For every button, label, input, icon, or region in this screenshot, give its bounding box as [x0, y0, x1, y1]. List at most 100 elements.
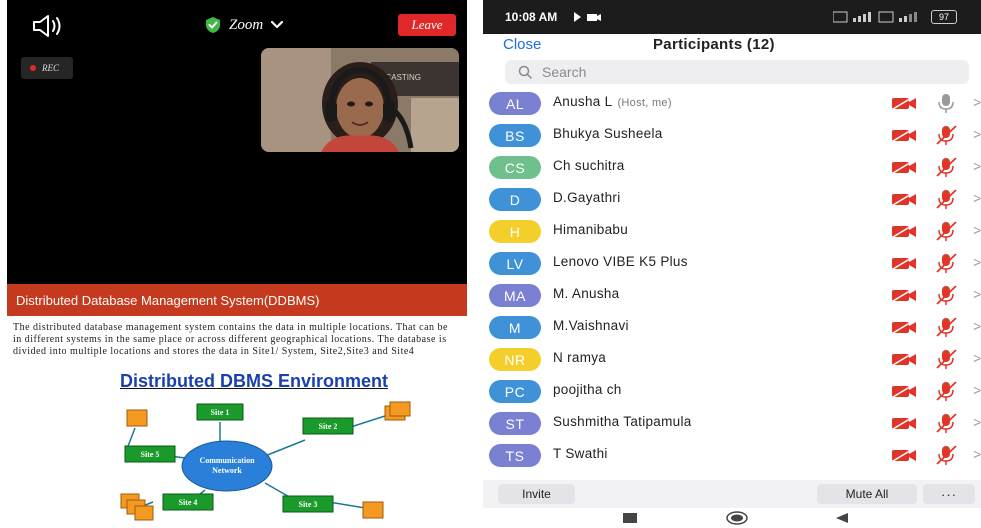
- battery-indicator: 97: [931, 10, 957, 24]
- participant-name-group: poojitha ch: [553, 382, 622, 397]
- chevron-right-icon[interactable]: >: [973, 286, 981, 302]
- camera-off-icon: [892, 160, 916, 174]
- participant-name: N ramya: [553, 350, 607, 365]
- mic-off-icon: [936, 157, 957, 177]
- chevron-right-icon[interactable]: >: [973, 158, 981, 174]
- participant-name: Anusha L: [553, 94, 613, 109]
- slide-body-text: The distributed database management syst…: [13, 322, 448, 357]
- chevron-right-icon[interactable]: >: [973, 382, 981, 398]
- participant-row[interactable]: BS Bhukya Susheela >: [483, 119, 981, 151]
- mute-all-button[interactable]: Mute All: [817, 484, 917, 504]
- participant-name: Himanibabu: [553, 222, 629, 237]
- mic-off-icon: [936, 189, 957, 209]
- participant-row[interactable]: ST Sushmitha Tatipamula >: [483, 407, 981, 439]
- chevron-right-icon[interactable]: >: [973, 446, 981, 462]
- invite-button[interactable]: Invite: [498, 484, 575, 504]
- participant-video-thumbnail[interactable]: LE-CASTING: [261, 48, 459, 152]
- chevron-right-icon[interactable]: >: [973, 190, 981, 206]
- camera-off-icon: [892, 96, 916, 110]
- mic-off-icon: [936, 413, 957, 433]
- participant-name: Ch suchitra: [553, 158, 625, 173]
- screen: Zoom Leave REC LE-CASTING Distributed Da…: [0, 0, 981, 528]
- speaker-icon[interactable]: [31, 13, 65, 39]
- participant-row[interactable]: TS T Swathi >: [483, 439, 981, 471]
- chevron-right-icon[interactable]: >: [973, 350, 981, 366]
- chevron-right-icon[interactable]: >: [973, 126, 981, 142]
- participant-row[interactable]: MA M. Anusha >: [483, 279, 981, 311]
- participant-name: Bhukya Susheela: [553, 126, 663, 141]
- chevron-right-icon[interactable]: >: [973, 222, 981, 238]
- participant-name-group: M.Vaishnavi: [553, 318, 629, 333]
- camera-off-icon: [892, 320, 916, 334]
- mic-icon: [938, 94, 954, 113]
- participant-row[interactable]: M M.Vaishnavi >: [483, 311, 981, 343]
- android-nav-bar: [483, 508, 981, 528]
- mic-off-icon: [936, 445, 957, 465]
- computer-icon: [389, 401, 411, 417]
- participant-name-group: Ch suchitra: [553, 158, 625, 173]
- participant-row[interactable]: LV Lenovo VIBE K5 Plus >: [483, 247, 981, 279]
- meeting-view: Zoom Leave REC LE-CASTING Distributed Da…: [7, 0, 467, 528]
- mic-off-icon: [936, 285, 957, 305]
- recording-indicator: REC: [21, 57, 73, 79]
- participant-name: T Swathi: [553, 446, 608, 461]
- camera-off-icon: [892, 192, 916, 206]
- chevron-right-icon[interactable]: >: [973, 414, 981, 430]
- search-input[interactable]: Search: [505, 60, 969, 84]
- chevron-right-icon[interactable]: >: [973, 254, 981, 270]
- camera-off-icon: [892, 448, 916, 462]
- computer-icon: [362, 501, 384, 519]
- slide-heading: Distributed DBMS Environment: [119, 371, 388, 391]
- participant-row[interactable]: PC poojitha ch >: [483, 375, 981, 407]
- network-label-line2: Network: [212, 466, 242, 475]
- back-icon[interactable]: [835, 512, 849, 524]
- participant-row[interactable]: NR N ramya >: [483, 343, 981, 375]
- share-title-bar: Distributed Database Management System(D…: [7, 284, 467, 316]
- computer-icon: [134, 505, 154, 521]
- avatar: D: [489, 188, 541, 211]
- participant-name: D.Gayathri: [553, 190, 621, 205]
- participant-name-group: Bhukya Susheela: [553, 126, 663, 141]
- leave-button[interactable]: Leave: [398, 14, 456, 36]
- avatar: CS: [489, 156, 541, 179]
- mic-off-icon: [936, 125, 957, 145]
- chevron-right-icon[interactable]: >: [973, 94, 981, 110]
- shield-check-icon: [206, 17, 220, 33]
- camera-off-icon: [892, 288, 916, 302]
- mic-off-icon: [936, 349, 957, 369]
- close-button[interactable]: Close: [503, 36, 541, 53]
- participant-name: poojitha ch: [553, 382, 622, 397]
- more-options-button[interactable]: ···: [923, 484, 975, 504]
- home-icon[interactable]: [726, 511, 748, 525]
- camera-off-icon: [892, 128, 916, 142]
- avatar: MA: [489, 284, 541, 307]
- shared-slide: The distributed database management syst…: [7, 316, 467, 528]
- participant-row[interactable]: H Himanibabu >: [483, 215, 981, 247]
- meeting-title-dropdown[interactable]: Zoom: [205, 14, 284, 36]
- camera-off-icon: [892, 224, 916, 238]
- network-diagram: Communication Network Site 1 Site 2 Site…: [120, 401, 411, 521]
- status-bar: 10:08 AM 97: [483, 0, 981, 34]
- participant-row[interactable]: D D.Gayathri >: [483, 183, 981, 215]
- site-1-label: Site 1: [211, 408, 230, 417]
- avatar: TS: [489, 444, 541, 467]
- recents-icon[interactable]: [623, 513, 637, 523]
- participant-name: M.Vaishnavi: [553, 318, 629, 333]
- camera-off-icon: [892, 352, 916, 366]
- recording-dot-icon: [30, 65, 36, 71]
- avatar: NR: [489, 348, 541, 371]
- participant-row[interactable]: AL Anusha L (Host, me) >: [483, 87, 981, 119]
- status-icons-left: [574, 12, 601, 22]
- chevron-right-icon[interactable]: >: [973, 318, 981, 334]
- avatar: AL: [489, 92, 541, 115]
- participant-row[interactable]: CS Ch suchitra >: [483, 151, 981, 183]
- chevron-down-icon: [271, 21, 284, 29]
- mic-off-icon: [936, 317, 957, 337]
- participants-title: Participants (12): [653, 36, 775, 53]
- participant-list: AL Anusha L (Host, me) > BS Bhukya Susheela > C…: [483, 87, 981, 471]
- meeting-topbar: Zoom Leave: [7, 0, 467, 50]
- connector-line: [328, 501, 366, 509]
- site-2-label: Site 2: [319, 422, 338, 431]
- participant-name: M. Anusha: [553, 286, 620, 301]
- meeting-title: Zoom: [229, 16, 264, 33]
